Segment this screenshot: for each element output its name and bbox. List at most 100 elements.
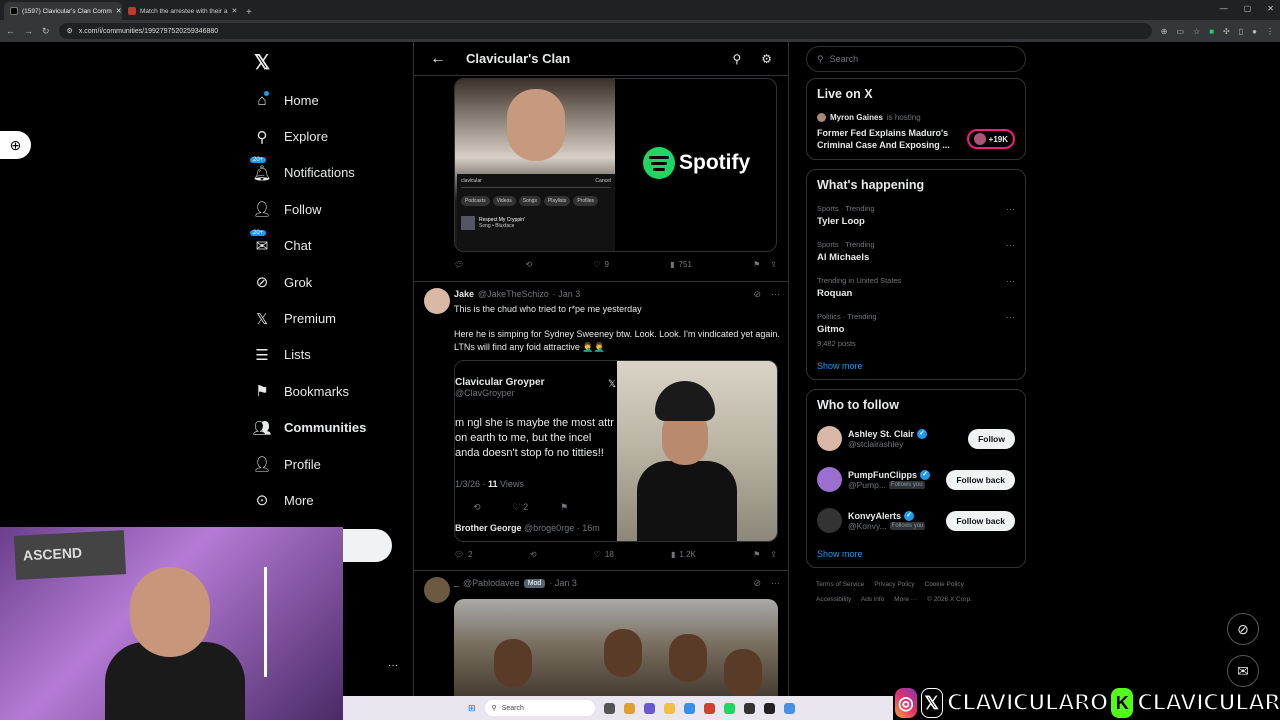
back-arrow-icon[interactable]: ← <box>430 50 446 68</box>
nav-explore[interactable]: ⚲ Explore <box>248 118 408 154</box>
minimize-icon[interactable]: — <box>1220 4 1228 13</box>
bookmark-icon[interactable]: ⚑ <box>753 550 760 559</box>
show-more-link[interactable]: Show more <box>817 361 1015 371</box>
avatar[interactable] <box>817 508 842 533</box>
sidebar-icon[interactable]: ▯ <box>1239 27 1243 36</box>
quoted-media[interactable]: Clavicular Groyper @ClavGroyper m ngl sh… <box>454 360 778 542</box>
follow-suggestion[interactable]: Ashley St. Clair ✓ @stclairashley Follow <box>817 418 1015 459</box>
settings-icon[interactable]: ⚙ <box>761 52 772 66</box>
nav-chat[interactable]: ✉ 20+ Chat <box>248 228 408 264</box>
profile-avatar-icon[interactable]: ● <box>1252 27 1257 36</box>
folder-icon[interactable] <box>663 702 675 714</box>
nav-more[interactable]: ⊙ More <box>248 482 408 518</box>
tab-close-icon[interactable]: ✕ <box>231 7 237 15</box>
footer-link[interactable]: Ads info <box>861 596 885 603</box>
address-bar[interactable]: ⚙ x.com/i/communities/199279752025934688… <box>58 23 1152 39</box>
post-button[interactable] <box>340 529 392 562</box>
post-media[interactable]: clavicular Cancel Podcasts Videos Songs P… <box>454 78 777 252</box>
trend-item[interactable]: Sports · Trending Tyler Loop ··· <box>817 204 1015 227</box>
author-name[interactable]: Jake <box>454 289 474 299</box>
live-space[interactable]: Former Fed Explains Maduro's Criminal Ca… <box>817 127 1015 151</box>
trend-item[interactable]: Politics · Trending Gitmo 9,482 posts ··… <box>817 312 1015 348</box>
site-info-icon[interactable]: ⚙ <box>67 27 73 35</box>
menu-kebab-icon[interactable]: ⋮ <box>1266 27 1274 36</box>
nav-communities[interactable]: 👥︎ Communities <box>248 410 408 446</box>
like-button[interactable]: ♡ 9 <box>593 260 609 269</box>
task-view-icon[interactable] <box>603 702 615 714</box>
footer-link[interactable]: Privacy Policy <box>874 581 914 588</box>
app-icon[interactable] <box>703 702 715 714</box>
avatar[interactable] <box>817 467 842 492</box>
share-icon[interactable]: ⇪ <box>770 260 777 269</box>
cast-icon[interactable]: ▭ <box>1176 27 1184 36</box>
search-input[interactable]: ⚲ Search <box>806 46 1026 72</box>
nav-notifications[interactable]: 🔔︎ 20+ Notifications <box>248 155 408 191</box>
follow-back-button[interactable]: Follow back <box>946 469 1015 490</box>
more-icon[interactable]: ··· <box>771 289 780 300</box>
reply-button[interactable]: 💬︎ 2 <box>454 550 473 559</box>
star-icon[interactable]: ☆ <box>1193 27 1200 36</box>
account-more-icon[interactable]: ··· <box>388 660 398 671</box>
nav-bookmarks[interactable]: ⚑ Bookmarks <box>248 373 408 409</box>
follow-button[interactable]: Follow <box>968 428 1015 449</box>
footer-link[interactable]: More ··· <box>894 596 917 603</box>
trend-item[interactable]: Trending in United States Roquan ··· <box>817 276 1015 299</box>
app-icon[interactable] <box>743 702 755 714</box>
back-icon[interactable]: ← <box>6 26 15 36</box>
tab-close-icon[interactable]: ✕ <box>116 7 122 15</box>
nav-grok[interactable]: ⊘ Grok <box>248 264 408 300</box>
show-more-link[interactable]: Show more <box>817 549 1015 559</box>
spotify-taskbar-icon[interactable] <box>723 702 735 714</box>
post-video[interactable] <box>454 599 778 709</box>
footer-link[interactable]: Accessibility <box>816 596 851 603</box>
views-button[interactable]: ▮ 751 <box>670 260 692 269</box>
zoom-icon[interactable]: ⊕ <box>1161 27 1168 36</box>
edge-icon[interactable] <box>683 702 695 714</box>
share-icon[interactable]: ⇪ <box>770 550 777 559</box>
tweet-date[interactable]: · Jan 3 <box>549 578 577 588</box>
views-button[interactable]: ▮ 1.2K <box>671 550 696 559</box>
follow-suggestion[interactable]: PumpFunClipps ✓ @Pump... Follows you Follo… <box>817 459 1015 500</box>
follow-suggestion[interactable]: KonvyAlerts ✓ @Konvy... Follows you Follow… <box>817 500 1015 541</box>
browser-tab[interactable]: Match the arrestee with their a ✕ <box>122 2 240 20</box>
reply-icon[interactable]: 💬︎ <box>454 260 464 269</box>
avatar[interactable] <box>424 288 450 314</box>
bookmark-icon[interactable]: ⚑ <box>753 260 760 269</box>
listener-pill[interactable]: +19K <box>966 129 1015 149</box>
close-window-icon[interactable]: ✕ <box>1267 4 1274 13</box>
browser-tab-active[interactable]: (1597) Clavicular's Clan Comm ✕ <box>4 2 122 20</box>
nav-premium[interactable]: 𝕏 Premium <box>248 300 408 336</box>
nav-home[interactable]: ⌂ Home <box>248 82 408 118</box>
more-icon[interactable]: ··· <box>1006 204 1015 214</box>
footer-link[interactable]: Terms of Service <box>816 581 864 588</box>
follow-back-button[interactable]: Follow back <box>946 510 1015 531</box>
extension-icon[interactable]: ■ <box>1209 27 1214 36</box>
nav-lists[interactable]: ☰ Lists <box>248 337 408 373</box>
lens-zoom-icon[interactable]: ⊕ <box>0 131 31 159</box>
repost-icon[interactable]: ⟲ <box>530 550 537 559</box>
app-icon[interactable] <box>783 702 795 714</box>
more-icon[interactable]: ··· <box>1006 276 1015 286</box>
footer-link[interactable]: Cookie Policy <box>925 581 964 588</box>
repost-icon[interactable]: ⟲ <box>525 260 532 269</box>
obs-icon[interactable] <box>763 702 775 714</box>
search-icon[interactable]: ⚲ <box>732 52 741 66</box>
tweet-date[interactable]: · Jan 3 <box>553 289 581 299</box>
grok-float-button[interactable]: ⊘ <box>1227 613 1259 645</box>
host-name[interactable]: Myron Gaines <box>830 113 883 122</box>
author-handle[interactable]: @Pablodavee <box>463 578 520 588</box>
more-icon[interactable]: ··· <box>1006 240 1015 250</box>
new-tab-button[interactable]: + <box>240 7 258 20</box>
nav-profile[interactable]: 👤︎ Profile <box>248 446 408 482</box>
trend-item[interactable]: Sports · Trending Al Michaels ··· <box>817 240 1015 263</box>
more-icon[interactable]: ··· <box>1006 312 1015 322</box>
grok-icon[interactable]: ⊘ <box>753 289 761 300</box>
author-name[interactable]: _ <box>454 578 459 588</box>
extensions-puzzle-icon[interactable]: ✣ <box>1223 27 1230 36</box>
taskbar-search[interactable]: ⚲ Search <box>484 700 595 716</box>
like-button[interactable]: ♡ 18 <box>594 550 614 559</box>
messages-float-button[interactable]: ✉ <box>1227 655 1259 687</box>
forward-icon[interactable]: → <box>24 26 33 36</box>
discord-icon[interactable] <box>643 702 655 714</box>
maximize-icon[interactable]: ▢ <box>1244 4 1252 13</box>
